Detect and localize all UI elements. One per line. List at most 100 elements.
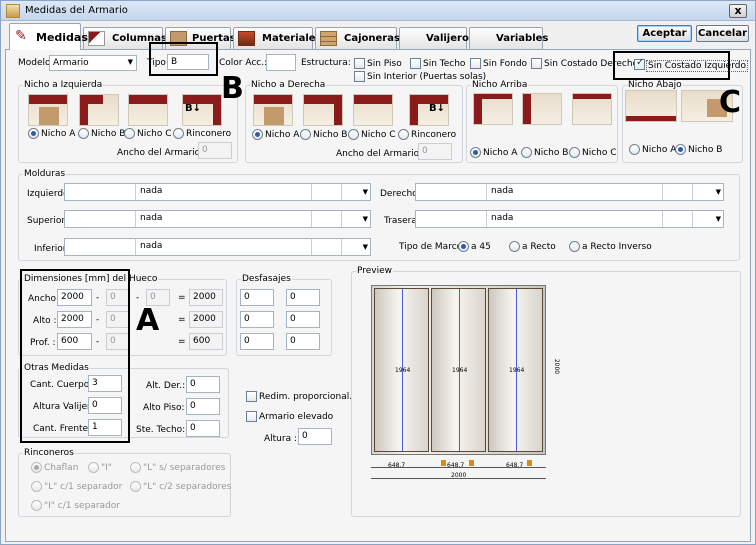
- preview-height-label: 2000: [553, 358, 561, 375]
- rinconero-i-label: "I": [101, 463, 112, 473]
- nicho-aba-b-radio[interactable]: [675, 144, 686, 155]
- nicho-izq-a-label: Nicho A: [41, 129, 76, 139]
- modelo-select[interactable]: Armario ▼: [49, 55, 137, 71]
- ste-techo-input[interactable]: 0: [186, 420, 220, 437]
- materials-icon: [238, 31, 255, 46]
- sin-fondo-label: Sin Fondo: [483, 59, 528, 69]
- desfasaje-3-input[interactable]: 0: [240, 311, 274, 328]
- nicho-arr-b-image: [522, 93, 562, 125]
- nicho-arr-a-radio[interactable]: [470, 147, 481, 158]
- nicho-izq-b-image: [79, 94, 119, 126]
- nicho-izq-ancho-input[interactable]: 0: [198, 142, 232, 159]
- redim-proporcional-checkbox[interactable]: [246, 391, 257, 402]
- tab-valijero[interactable]: Valijero: [399, 27, 469, 49]
- rinconero-l-sin-sep-radio[interactable]: [130, 462, 141, 473]
- marco-recto-label: a Recto: [522, 242, 556, 252]
- sin-interior-checkbox[interactable]: [354, 71, 365, 82]
- armario-elevado-label: Armario elevado: [259, 412, 334, 422]
- dialog-window: Medidas del Armario x ✎ Medidas Columnas…: [0, 0, 756, 545]
- nicho-arr-a-label: Nicho A: [483, 148, 518, 158]
- door-1: 1964: [374, 288, 429, 452]
- rinconero-chaflan-radio[interactable]: [31, 462, 42, 473]
- moldura-superior-combo[interactable]: nada ▼: [64, 210, 371, 228]
- marco-recto-radio[interactable]: [509, 241, 520, 252]
- rinconeros-title: Rinconeros: [23, 448, 75, 458]
- moldura-izquierdo-combo[interactable]: nada ▼: [64, 183, 371, 201]
- marker-c: C: [719, 85, 742, 120]
- nicho-der-a-radio[interactable]: [252, 129, 263, 140]
- tipo-marco-label: Tipo de Marco:: [399, 242, 466, 252]
- sin-costado-derecho-checkbox[interactable]: [531, 58, 542, 69]
- tab-medidas[interactable]: ✎ Medidas: [9, 23, 88, 50]
- chevron-down-icon: ▼: [362, 215, 368, 223]
- nicho-arr-b-label: Nicho B: [534, 148, 569, 158]
- nicho-izq-c-radio[interactable]: [124, 128, 135, 139]
- rinconero-l-2sep-radio[interactable]: [130, 481, 141, 492]
- nicho-der-a-label: Nicho A: [265, 130, 300, 140]
- highlight-box-b: [149, 42, 218, 76]
- rinconero-l-sin-sep-label: "L" s/ separadores: [143, 463, 226, 473]
- accept-button[interactable]: Aceptar: [637, 25, 692, 42]
- door-3: 1964: [488, 288, 543, 452]
- armario-elevado-checkbox[interactable]: [246, 411, 257, 422]
- seg-label-1: 648.7: [388, 462, 406, 469]
- desfasaje-1-input[interactable]: 0: [240, 289, 274, 306]
- seg-label-2: 648.7: [447, 462, 465, 469]
- nicho-der-rinconero-label: Rinconero: [411, 130, 457, 140]
- highlight-box-c: [613, 51, 730, 80]
- moldura-derecho-combo[interactable]: nada ▼: [415, 183, 724, 201]
- desfasaje-2-input[interactable]: 0: [286, 289, 320, 306]
- altura-label: Altura :: [264, 434, 297, 444]
- nicho-izq-a-radio[interactable]: [28, 128, 39, 139]
- nicho-der-rinconero-radio[interactable]: [398, 129, 409, 140]
- altura-input[interactable]: 0: [298, 428, 332, 445]
- moldura-inferior-combo[interactable]: nada ▼: [64, 238, 371, 256]
- nicho-der-ancho-input[interactable]: 0: [418, 143, 452, 160]
- tab-cajoneras[interactable]: Cajoneras: [315, 27, 400, 49]
- marco-45-label: a 45: [471, 242, 491, 252]
- rinconero-i-radio[interactable]: [88, 462, 99, 473]
- desfasaje-5-input[interactable]: 0: [240, 333, 274, 350]
- desfasajes-title: Desfasajes: [241, 274, 292, 284]
- preview-title: Preview: [356, 266, 394, 276]
- nicho-der-b-image: [303, 94, 343, 126]
- marco-recto-inverso-label: a Recto Inverso: [582, 242, 652, 252]
- rinconero-i-1sep-radio[interactable]: [31, 500, 42, 511]
- moldura-trasera-combo[interactable]: nada ▼: [415, 210, 724, 228]
- nicho-arr-b-radio[interactable]: [521, 147, 532, 158]
- nicho-izq-rinconero-radio[interactable]: [173, 128, 184, 139]
- alt-der-label: Alt. Der.:: [146, 381, 186, 391]
- color-input[interactable]: [266, 54, 296, 71]
- cancel-button[interactable]: Cancelar: [696, 25, 749, 42]
- nicho-izq-c-image: [128, 94, 168, 126]
- sin-piso-checkbox[interactable]: [354, 58, 365, 69]
- alt-der-input[interactable]: 0: [186, 376, 220, 393]
- nicho-der-c-label: Nicho C: [361, 130, 396, 140]
- nicho-der-b-radio[interactable]: [300, 129, 311, 140]
- nicho-aba-a-radio[interactable]: [629, 144, 640, 155]
- nicho-der-c-radio[interactable]: [348, 129, 359, 140]
- desfasaje-4-input[interactable]: 0: [286, 311, 320, 328]
- sin-interior-label: Sin Interior (Puertas solas): [367, 72, 487, 82]
- nicho-arr-c-radio[interactable]: [569, 147, 580, 158]
- alto-piso-input[interactable]: 0: [186, 398, 220, 415]
- tab-materiales[interactable]: Materiales: [233, 27, 322, 49]
- columns-icon: [88, 31, 105, 46]
- color-label: Color Acc.:: [219, 58, 268, 68]
- ancho-result: 2000: [189, 289, 223, 306]
- marco-45-radio[interactable]: [458, 241, 469, 252]
- door-2: 1964: [431, 288, 486, 452]
- nicho-aba-a-label: Nicho A: [642, 145, 677, 155]
- close-button[interactable]: x: [729, 4, 747, 18]
- desfasaje-6-input[interactable]: 0: [286, 333, 320, 350]
- equals-label: =: [178, 337, 186, 347]
- sin-fondo-checkbox[interactable]: [470, 58, 481, 69]
- marco-recto-inverso-radio[interactable]: [569, 241, 580, 252]
- sin-techo-checkbox[interactable]: [410, 58, 421, 69]
- rinconero-l-1sep-radio[interactable]: [31, 481, 42, 492]
- nicho-izq-b-radio[interactable]: [78, 128, 89, 139]
- equals-label: =: [178, 315, 186, 325]
- marker-a: A: [136, 303, 160, 338]
- tab-variables[interactable]: Variables: [469, 27, 548, 49]
- nicho-der-a-image: [253, 94, 293, 126]
